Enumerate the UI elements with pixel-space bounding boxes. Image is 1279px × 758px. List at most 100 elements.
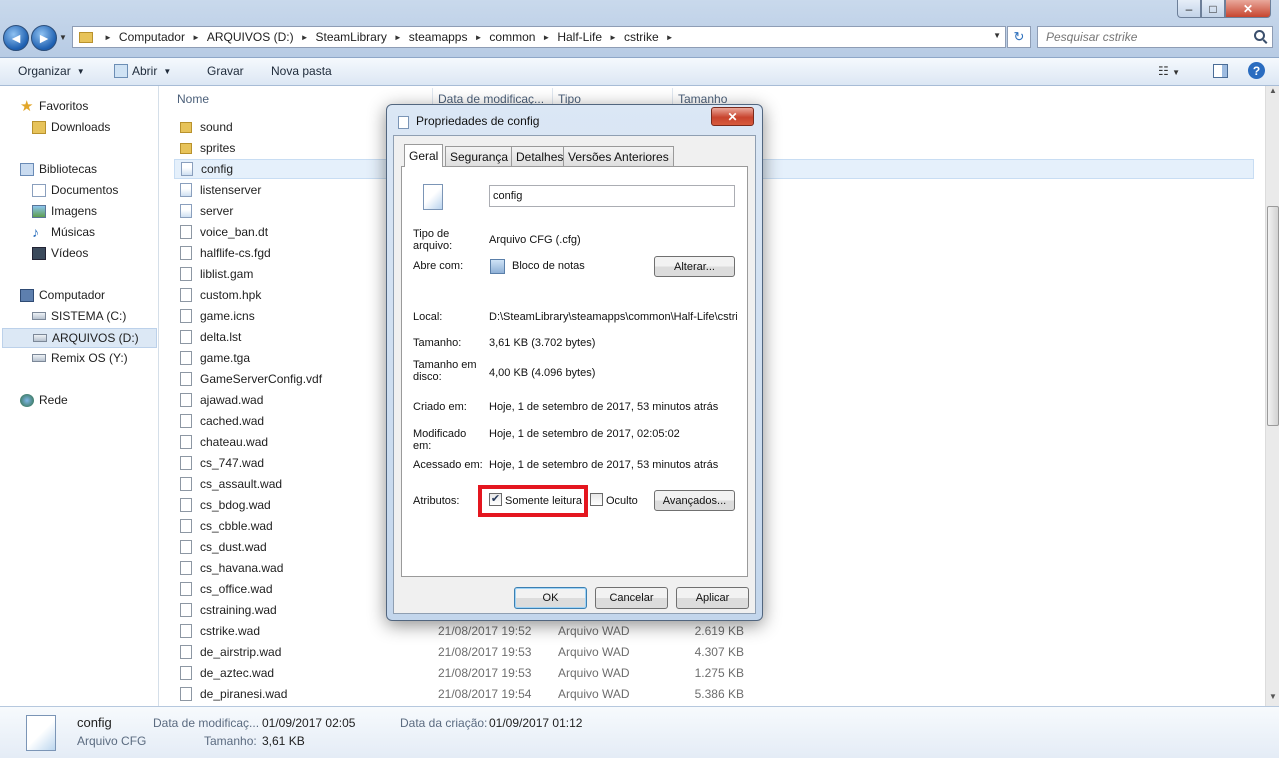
tab-details[interactable]: Detalhes bbox=[511, 146, 569, 166]
address-bar[interactable]: ► Computador ► ARQUIVOS (D:) ► SteamLibr… bbox=[72, 26, 1006, 48]
chevron-right-icon[interactable]: ► bbox=[301, 33, 309, 42]
sidebar-item-label: Vídeos bbox=[51, 246, 89, 260]
change-program-button[interactable]: Alterar... bbox=[654, 256, 735, 277]
column-header-name[interactable]: Nome bbox=[177, 92, 209, 106]
file-row[interactable]: de_airstrip.wad 21/08/2017 19:53 Arquivo W… bbox=[174, 642, 1254, 662]
sidebar-item-label: Computador bbox=[39, 288, 106, 302]
breadcrumb-common[interactable]: common bbox=[489, 30, 535, 44]
chevron-right-icon[interactable]: ► bbox=[666, 33, 674, 42]
organize-button[interactable]: Organizar ▼ bbox=[18, 64, 85, 78]
sidebar-item-images[interactable]: Imagens bbox=[32, 202, 97, 220]
minimize-button[interactable]: – bbox=[1177, 0, 1201, 18]
filename-field[interactable] bbox=[489, 185, 735, 207]
file-icon bbox=[180, 267, 192, 281]
search-icon[interactable] bbox=[1254, 30, 1265, 41]
computer-icon bbox=[20, 288, 34, 302]
location-value: D:\SteamLibrary\steamapps\common\Half-Li… bbox=[489, 311, 737, 323]
location-label: Local: bbox=[413, 311, 443, 323]
file-icon bbox=[180, 561, 192, 575]
file-row[interactable]: de_aztec.wad 21/08/2017 19:53 Arquivo WAD 1… bbox=[174, 663, 1254, 683]
tab-previous-versions[interactable]: Versões Anteriores bbox=[563, 146, 674, 166]
sidebar-item-computer[interactable]: Computador bbox=[20, 286, 105, 304]
sidebar-item-favorites[interactable]: ★ Favoritos bbox=[20, 97, 88, 115]
forward-button[interactable]: ► bbox=[31, 25, 57, 51]
libraries-icon bbox=[20, 162, 34, 176]
dialog-close-button[interactable]: ✕ bbox=[711, 107, 754, 126]
close-window-button[interactable]: ✕ bbox=[1225, 0, 1271, 18]
view-icon: ☷ bbox=[1158, 64, 1169, 78]
search-input[interactable] bbox=[1037, 26, 1273, 48]
details-created-value: 01/09/2017 01:12 bbox=[489, 716, 583, 730]
scroll-down-arrow-icon[interactable]: ▼ bbox=[1266, 692, 1279, 706]
sidebar-item-videos[interactable]: Vídeos bbox=[32, 244, 88, 262]
scrollbar-thumb[interactable] bbox=[1267, 206, 1279, 426]
change-view-button[interactable]: ☷ ▼ bbox=[1158, 64, 1180, 78]
chevron-right-icon[interactable]: ► bbox=[474, 33, 482, 42]
modified-label: Modificado em: bbox=[413, 428, 467, 452]
file-size: 2.619 KB bbox=[694, 624, 744, 638]
cfg-file-icon bbox=[180, 183, 192, 197]
sidebar-item-drive-d[interactable]: ARQUIVOS (D:) bbox=[2, 328, 157, 348]
hidden-label[interactable]: Oculto bbox=[606, 495, 638, 507]
recent-pages-dropdown-icon[interactable]: ▼ bbox=[59, 33, 67, 42]
accessed-value: Hoje, 1 de setembro de 2017, 53 minutos … bbox=[489, 459, 719, 471]
scroll-up-arrow-icon[interactable]: ▲ bbox=[1266, 86, 1279, 100]
file-icon bbox=[180, 225, 192, 239]
refresh-button[interactable]: ↻ bbox=[1007, 26, 1031, 48]
new-folder-button[interactable]: Nova pasta bbox=[271, 64, 332, 78]
details-modified-label: Data de modificaç... bbox=[153, 716, 260, 730]
preview-pane-button[interactable] bbox=[1213, 64, 1228, 78]
apply-button[interactable]: Aplicar bbox=[676, 587, 749, 609]
created-label: Criado em: bbox=[413, 401, 467, 413]
file-icon bbox=[180, 519, 192, 533]
maximize-button[interactable]: □ bbox=[1201, 0, 1225, 18]
breadcrumb-steamapps[interactable]: steamapps bbox=[409, 30, 468, 44]
sidebar-item-drive-c[interactable]: SISTEMA (C:) bbox=[32, 307, 126, 325]
readonly-label[interactable]: Somente leitura bbox=[505, 495, 582, 507]
star-icon: ★ bbox=[20, 97, 34, 115]
back-button[interactable]: ◄ bbox=[3, 25, 29, 51]
open-button[interactable]: Abrir ▼ bbox=[114, 64, 171, 78]
breadcrumb-half-life[interactable]: Half-Life bbox=[557, 30, 602, 44]
advanced-button[interactable]: Avançados... bbox=[654, 490, 735, 511]
file-row[interactable]: de_piranesi.wad 21/08/2017 19:54 Arquivo W… bbox=[174, 684, 1254, 704]
vertical-scrollbar[interactable]: ▲ ▼ bbox=[1265, 86, 1279, 706]
chevron-right-icon[interactable]: ► bbox=[609, 33, 617, 42]
breadcrumb-steamlibrary[interactable]: SteamLibrary bbox=[315, 30, 386, 44]
sidebar-item-libraries[interactable]: Bibliotecas bbox=[20, 160, 97, 178]
chevron-down-icon: ▼ bbox=[163, 66, 172, 76]
chevron-right-icon[interactable]: ► bbox=[104, 33, 112, 42]
file-name: cstrike.wad bbox=[200, 624, 261, 638]
sidebar-item-downloads[interactable]: Downloads bbox=[32, 118, 110, 136]
breadcrumb-cstrike[interactable]: cstrike bbox=[624, 30, 659, 44]
dialog-title: Propriedades de config bbox=[416, 114, 540, 128]
details-pane: config Arquivo CFG Data de modificaç... … bbox=[0, 706, 1279, 758]
ok-button[interactable]: OK bbox=[514, 587, 587, 609]
folder-icon bbox=[79, 31, 93, 43]
tab-general[interactable]: Geral bbox=[404, 144, 444, 167]
file-size: 1.275 KB bbox=[694, 666, 744, 680]
sidebar-item-documents[interactable]: Documentos bbox=[32, 181, 118, 199]
breadcrumb-computador[interactable]: Computador bbox=[119, 30, 185, 44]
hidden-checkbox[interactable] bbox=[590, 493, 603, 506]
chevron-right-icon[interactable]: ► bbox=[394, 33, 402, 42]
chevron-right-icon[interactable]: ► bbox=[192, 33, 200, 42]
readonly-checkbox[interactable]: ✔ bbox=[489, 493, 502, 506]
breadcrumb-arquivos[interactable]: ARQUIVOS (D:) bbox=[207, 30, 294, 44]
accessed-label: Acessado em: bbox=[413, 459, 483, 471]
opens-with-value: Bloco de notas bbox=[512, 260, 585, 272]
file-icon bbox=[180, 687, 192, 701]
sidebar-item-drive-y[interactable]: Remix OS (Y:) bbox=[32, 349, 128, 367]
sidebar-item-music[interactable]: ♪ Músicas bbox=[32, 223, 95, 241]
address-history-dropdown-icon[interactable]: ▼ bbox=[993, 31, 1001, 40]
file-icon bbox=[180, 414, 192, 428]
sidebar-item-network[interactable]: Rede bbox=[20, 391, 68, 409]
file-row[interactable]: cstrike.wad 21/08/2017 19:52 Arquivo WAD 2.… bbox=[174, 621, 1254, 641]
help-button[interactable]: ? bbox=[1248, 62, 1265, 79]
tab-security[interactable]: Segurança bbox=[445, 146, 514, 166]
sidebar-item-label: Músicas bbox=[51, 225, 96, 239]
burn-button[interactable]: Gravar bbox=[207, 64, 244, 78]
file-icon bbox=[180, 288, 192, 302]
cancel-button[interactable]: Cancelar bbox=[595, 587, 668, 609]
chevron-right-icon[interactable]: ► bbox=[542, 33, 550, 42]
